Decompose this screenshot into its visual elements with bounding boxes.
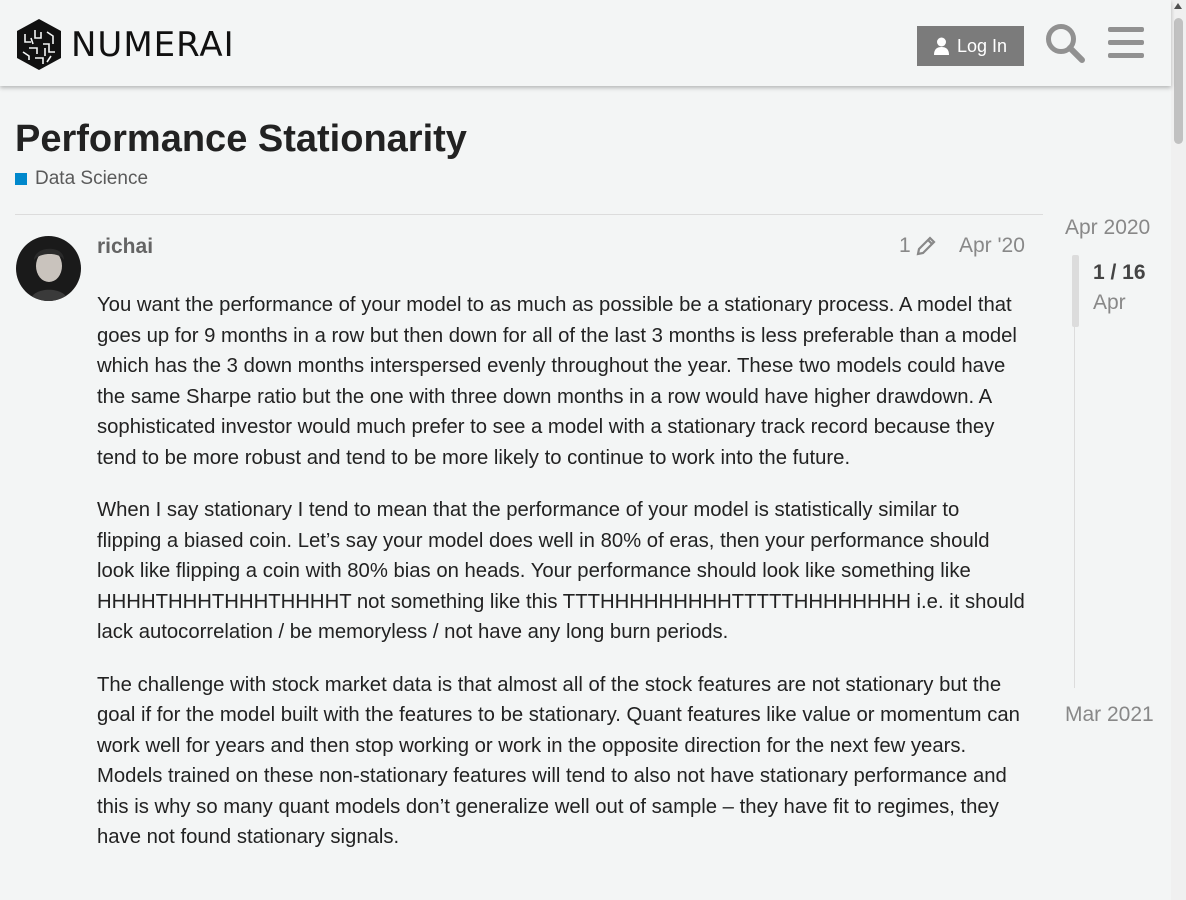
- user-icon: [933, 37, 949, 55]
- search-icon[interactable]: [1044, 22, 1086, 64]
- site-header: NUMERAI Log In: [0, 0, 1171, 86]
- post-body: You want the performance of your model t…: [97, 290, 1029, 875]
- topic-title[interactable]: Performance Stationarity: [15, 118, 467, 161]
- post-paragraph: You want the performance of your model t…: [97, 294, 1017, 469]
- post-paragraph: When I say stationary I tend to mean tha…: [97, 499, 1025, 643]
- post-username[interactable]: richai: [97, 235, 153, 259]
- login-button[interactable]: Log In: [917, 26, 1024, 66]
- pencil-icon: [916, 236, 936, 256]
- numerai-logo-icon: [17, 19, 61, 70]
- category-badge[interactable]: Data Science: [15, 168, 148, 190]
- timeline-start-date[interactable]: Apr 2020: [1065, 216, 1150, 240]
- logo-text: NUMERAI: [71, 24, 235, 65]
- menu-icon[interactable]: [1106, 22, 1148, 64]
- topic-divider: [15, 214, 1043, 215]
- numerai-logo[interactable]: NUMERAI: [15, 18, 235, 71]
- scroll-thumb[interactable]: [1174, 18, 1183, 144]
- timeline-position: 1 / 16: [1093, 261, 1146, 284]
- timeline-end-date[interactable]: Mar 2021: [1065, 703, 1154, 727]
- timeline-current-month: Apr: [1093, 291, 1126, 314]
- timeline-handle[interactable]: [1072, 255, 1079, 327]
- login-label: Log In: [956, 35, 1008, 56]
- page-scrollbar[interactable]: [1171, 0, 1186, 900]
- category-label: Data Science: [35, 168, 149, 189]
- post-paragraph: The challenge with stock market data is …: [97, 673, 1020, 849]
- avatar-image: [16, 236, 81, 301]
- avatar[interactable]: [16, 236, 81, 301]
- category-color-swatch: [15, 173, 27, 185]
- edit-history-button[interactable]: 1: [899, 234, 937, 258]
- scroll-up-arrow-icon[interactable]: [1174, 3, 1182, 9]
- post-date[interactable]: Apr '20: [959, 234, 1025, 258]
- edit-count: 1: [899, 234, 911, 257]
